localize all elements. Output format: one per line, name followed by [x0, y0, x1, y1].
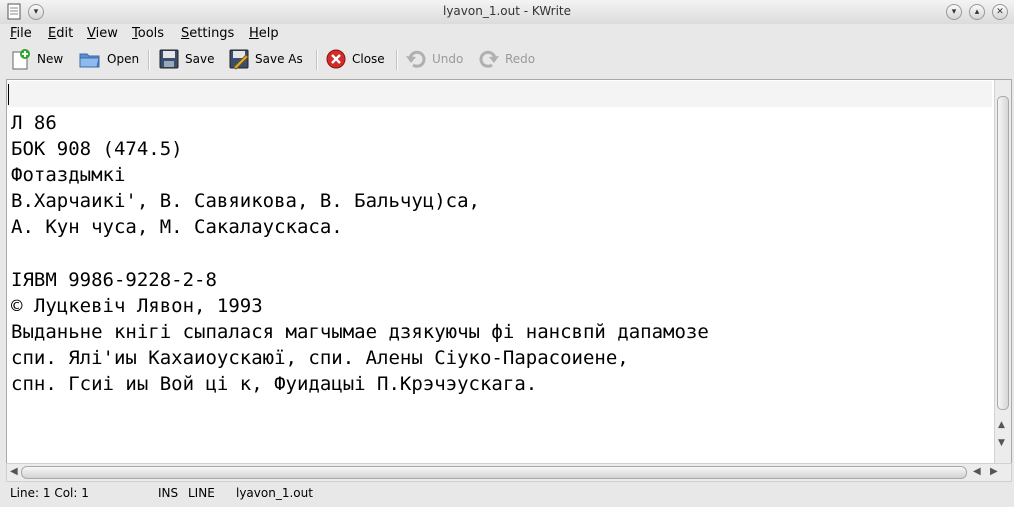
- menu-edit[interactable]: Edit: [48, 26, 73, 41]
- window-title: lyavon_1.out - KWrite: [442, 4, 572, 18]
- menu-tools[interactable]: Tools: [132, 26, 164, 41]
- close-icon[interactable]: ✕: [992, 4, 1008, 20]
- text-line[interactable]: [11, 241, 992, 267]
- scroll-up-icon[interactable]: ▲: [998, 420, 1005, 430]
- text-line[interactable]: © Луцкевіч Лявон, 1993: [11, 293, 992, 319]
- save-as-icon: [229, 49, 249, 70]
- text-cursor: [8, 84, 9, 105]
- menu-bar: File Edit View Tools Settings Help: [0, 24, 1014, 44]
- scroll-left-icon[interactable]: ◀: [10, 466, 18, 477]
- menu-settings[interactable]: Settings: [181, 26, 234, 41]
- undo-button[interactable]: Undo: [403, 47, 465, 71]
- scroll-right-icon[interactable]: ▶: [990, 466, 998, 477]
- text-line[interactable]: [11, 84, 992, 110]
- menu-file[interactable]: File: [10, 26, 32, 41]
- minimize-icon[interactable]: ▾: [946, 4, 962, 20]
- new-document-icon: [12, 49, 30, 70]
- text-line[interactable]: А. Кун чуса, М. Сакалаускаса.: [11, 214, 992, 240]
- scroll-left-icon[interactable]: ◀: [973, 466, 981, 477]
- cursor-position: Line: 1 Col: 1: [10, 486, 89, 500]
- undo-icon: [406, 50, 426, 68]
- maximize-icon[interactable]: ▴: [969, 4, 985, 20]
- text-document[interactable]: Л 86 БОК 908 (474.5) Фотаздымкі В.Харчаи…: [11, 84, 992, 460]
- selection-mode-indicator[interactable]: LINE: [188, 486, 215, 500]
- horizontal-scrollbar[interactable]: ◀ ◀ ▶: [6, 463, 1012, 482]
- close-document-icon: [326, 49, 346, 69]
- new-button[interactable]: New: [8, 47, 65, 71]
- toolbar-separator: [148, 50, 150, 70]
- main-toolbar: New Open Save Save As Close Undo Redo: [0, 44, 1014, 74]
- save-icon: [159, 49, 179, 69]
- menu-view[interactable]: View: [87, 26, 118, 41]
- title-bar: ▾ lyavon_1.out - KWrite ▾ ▴ ✕: [0, 0, 1014, 25]
- text-line[interactable]: спн. Гсиі иы Вой ці к, Фуидацыі П.Крэчэу…: [11, 371, 992, 397]
- horizontal-scroll-thumb[interactable]: [21, 466, 967, 479]
- text-line[interactable]: IЯBM 9986-9228-2-8: [11, 267, 992, 293]
- status-filename: lyavon_1.out: [236, 486, 313, 500]
- vertical-scroll-thumb[interactable]: [997, 96, 1009, 410]
- text-line[interactable]: БОК 908 (474.5): [11, 136, 992, 162]
- editor-area[interactable]: Л 86 БОК 908 (474.5) Фотаздымкі В.Харчаи…: [6, 79, 1012, 464]
- vertical-scrollbar[interactable]: ▲ ▼: [994, 80, 1011, 463]
- redo-icon: [479, 50, 499, 68]
- save-as-button[interactable]: Save As: [226, 47, 305, 71]
- redo-button[interactable]: Redo: [476, 47, 537, 71]
- save-button[interactable]: Save: [156, 47, 216, 71]
- text-line[interactable]: Фотаздымкі: [11, 162, 992, 188]
- menu-help[interactable]: Help: [249, 26, 279, 41]
- text-line[interactable]: спи. Ялі'иы Кахаиоускаюї, спи. Алены Сіу…: [11, 345, 992, 371]
- text-line[interactable]: Выданьне кнігі сыпалася магчымае дзякуюч…: [11, 319, 992, 345]
- folder-open-icon: [79, 53, 100, 68]
- toolbar-separator: [396, 50, 398, 70]
- toolbar-separator: [316, 50, 318, 70]
- text-line[interactable]: Л 86: [11, 110, 992, 136]
- insert-mode-indicator[interactable]: INS: [158, 486, 178, 500]
- text-line[interactable]: В.Харчаикі', В. Савяикова, В. Бальчуц)са…: [11, 188, 992, 214]
- scroll-down-icon[interactable]: ▼: [998, 438, 1005, 448]
- open-button[interactable]: Open: [76, 47, 141, 71]
- status-bar: Line: 1 Col: 1 INS LINE lyavon_1.out: [0, 483, 1014, 507]
- close-button[interactable]: Close: [323, 47, 387, 71]
